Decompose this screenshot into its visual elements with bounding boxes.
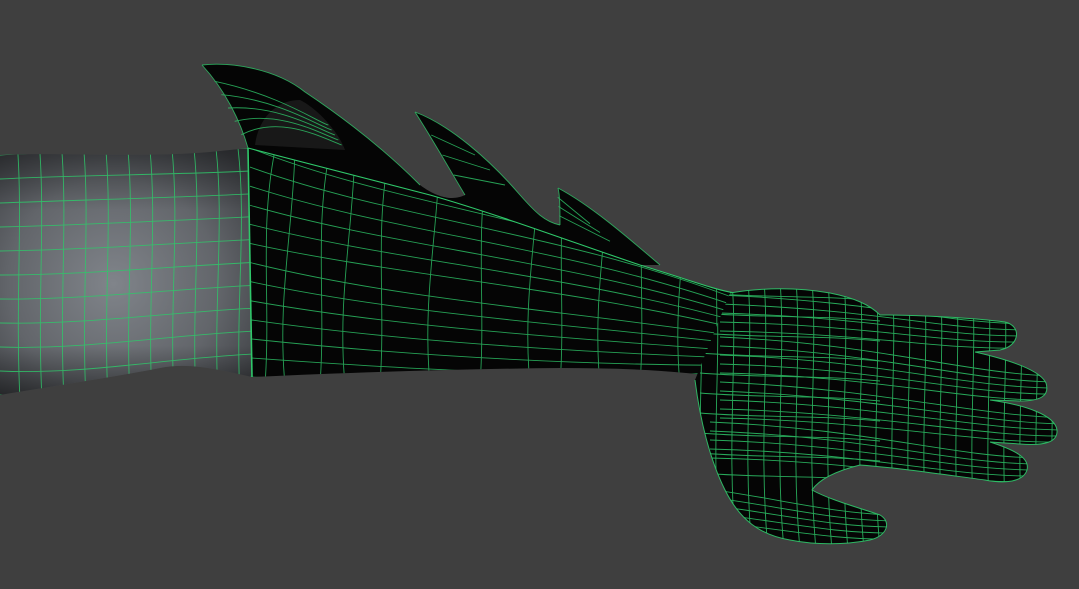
model-render [0,63,1058,545]
upper-arm-mesh [0,148,252,395]
3d-viewport[interactable] [0,0,1079,589]
